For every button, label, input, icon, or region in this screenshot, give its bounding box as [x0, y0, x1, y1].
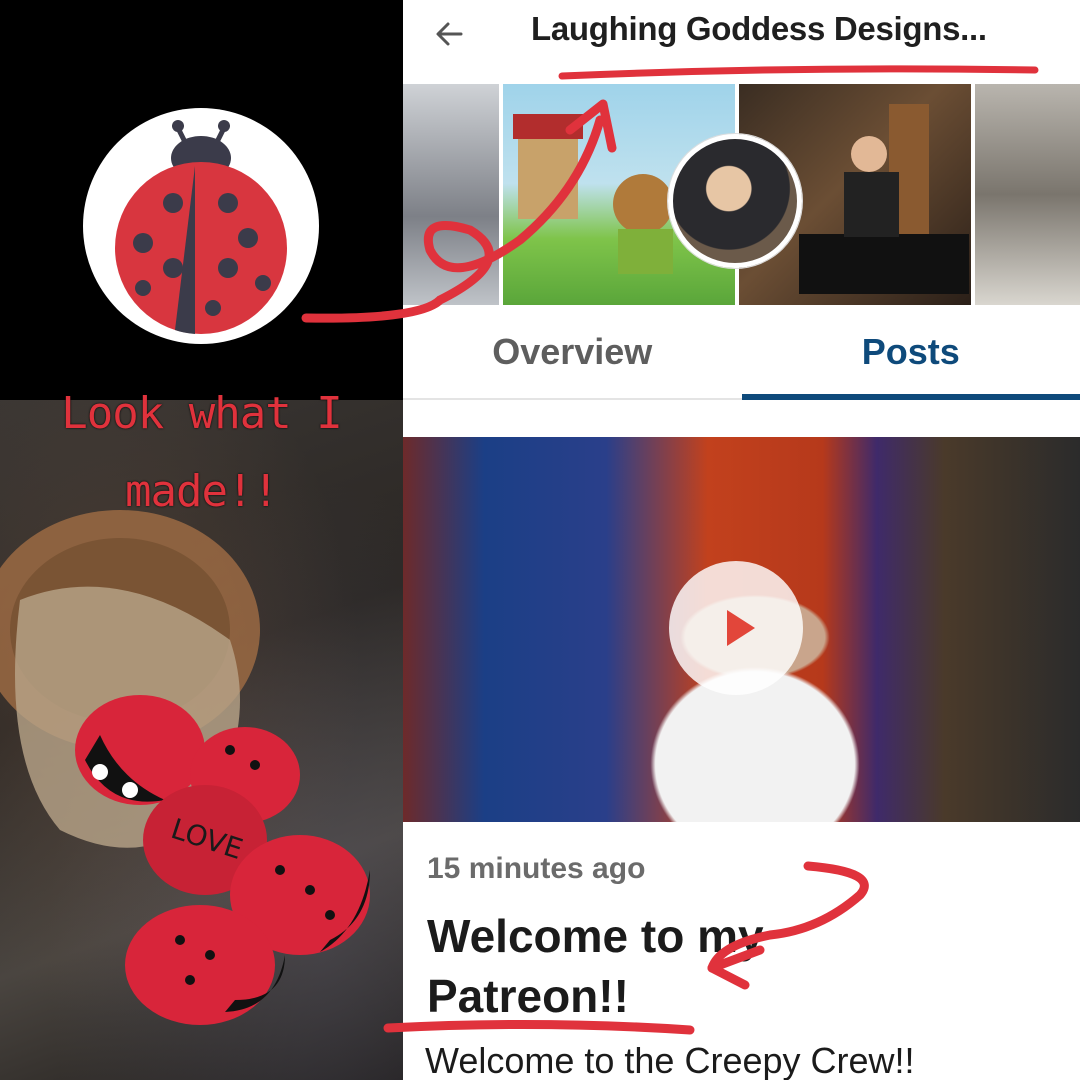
- caption-line-2: made!!: [125, 466, 279, 517]
- banner-image-doll: [403, 84, 499, 305]
- post-video-thumbnail[interactable]: [403, 437, 1080, 822]
- play-icon[interactable]: [669, 561, 803, 695]
- left-collage: LOVE Look what I made!!: [0, 0, 403, 1080]
- back-button[interactable]: [425, 10, 473, 58]
- tab-posts[interactable]: Posts: [741, 305, 1080, 400]
- arrow-left-icon: [436, 22, 463, 46]
- top-bar: Laughing Goddess Designs...: [403, 0, 1080, 84]
- caption-line-1: Look what I: [61, 388, 342, 439]
- ladybug-icon: [115, 120, 287, 334]
- post-body: Welcome to the Creepy Crew!!: [425, 1040, 915, 1080]
- banner-image-sketch: [975, 84, 1080, 305]
- profile-tabs: Overview Posts: [403, 305, 1080, 400]
- tab-overview[interactable]: Overview: [403, 305, 742, 398]
- post-card: 15 minutes ago Welcome to my Patreon!! W…: [403, 822, 1080, 1080]
- post-title[interactable]: Welcome to my Patreon!!: [427, 906, 947, 1026]
- patreon-app-screen: Laughing Goddess Designs... Overview Pos…: [403, 0, 1080, 1080]
- post-timestamp: 15 minutes ago: [427, 852, 646, 885]
- ladybug-badge: [83, 108, 319, 344]
- creator-avatar[interactable]: [668, 134, 802, 268]
- page-title: Laughing Goddess Designs...: [531, 10, 987, 47]
